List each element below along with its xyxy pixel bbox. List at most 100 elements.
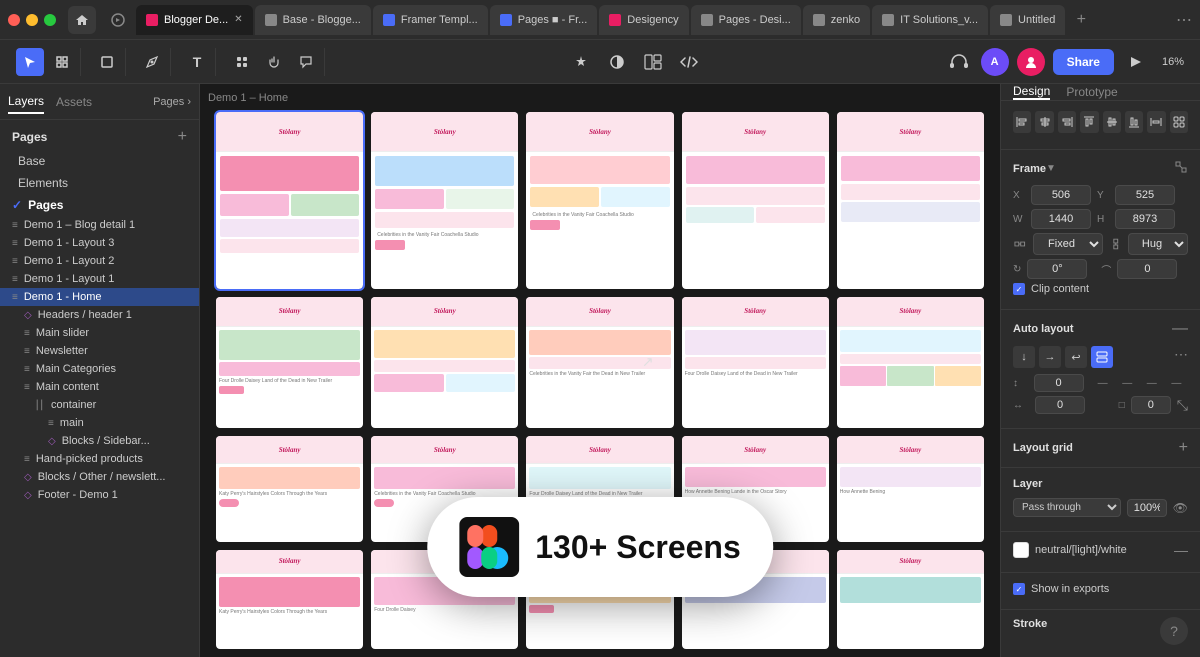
align-right-button[interactable] [1058, 111, 1076, 133]
screenshot-thumb-3[interactable]: Stòlany Celebrities in the Vanity Fair C… [526, 112, 673, 289]
screenshot-thumb-15[interactable]: Stòlany How Annette Bening [837, 436, 984, 542]
padding-input[interactable] [1131, 396, 1171, 414]
visibility-icon[interactable]: 👁 [1173, 501, 1188, 515]
screenshot-thumb-11[interactable]: Stòlany Katy Perry's Hairstyles Colors T… [216, 436, 363, 542]
page-pages[interactable]: ✓ Pages [0, 194, 199, 216]
al-right-icon[interactable]: → [1039, 346, 1061, 368]
layer-newsletter[interactable]: ≡ Newsletter [0, 342, 199, 360]
layer-main-slider[interactable]: ≡ Main slider [0, 324, 199, 342]
tab-untitled[interactable]: Untitled [990, 5, 1065, 35]
expand-padding-icon[interactable]: ⤡ [1177, 397, 1188, 414]
layer-hand-picked[interactable]: ≡ Hand-picked products [0, 450, 199, 468]
minimize-btn[interactable] [26, 14, 38, 26]
layer-layout3[interactable]: ≡ Demo 1 - Layout 3 [0, 234, 199, 252]
comment-tool[interactable] [292, 48, 320, 76]
screenshot-thumb-7[interactable]: Stòlany [371, 297, 518, 429]
layer-blog-detail[interactable]: ≡ Demo 1 – Blog detail 1 [0, 216, 199, 234]
new-tab-button[interactable]: + [1067, 6, 1095, 34]
headphones-icon[interactable] [945, 48, 973, 76]
more-options-icon[interactable]: ⋯ [1176, 10, 1192, 30]
screenshot-thumb-2[interactable]: Stòlany Celebrities in the Vanity Fair C… [371, 112, 518, 289]
tab-pages-desi[interactable]: Pages - Desi... [691, 5, 801, 35]
opacity-input[interactable] [1127, 499, 1167, 517]
remove-fill-button[interactable]: — [1174, 542, 1188, 558]
h-input[interactable] [1115, 209, 1175, 229]
zoom-level[interactable]: 16% [1158, 48, 1188, 76]
rectangle-tool[interactable] [93, 48, 121, 76]
user-avatar[interactable]: A [981, 48, 1009, 76]
layer-footer[interactable]: ◇ Footer - Demo 1 [0, 486, 199, 504]
text-tool[interactable]: T [183, 48, 211, 76]
tab-base[interactable]: Base - Blogge... [255, 5, 371, 35]
tab-blogger[interactable]: Blogger De... ✕ [136, 5, 253, 35]
page-elements[interactable]: Elements [0, 172, 199, 194]
tab-desigency[interactable]: Desigency [599, 5, 688, 35]
layer-headers[interactable]: ◇ Headers / header 1 [0, 306, 199, 324]
frame-resize-icon[interactable] [1174, 160, 1188, 177]
layer-main[interactable]: ≡ main [0, 414, 199, 432]
layers-tab[interactable]: Layers [8, 90, 44, 114]
screenshot-thumb-5[interactable]: Stòlany [837, 112, 984, 289]
select-tool[interactable] [16, 48, 44, 76]
maximize-btn[interactable] [44, 14, 56, 26]
frame-expand-icon[interactable]: ▼ [1046, 163, 1056, 174]
code-icon[interactable] [675, 48, 703, 76]
component-tool[interactable] [228, 48, 256, 76]
gap-h-input[interactable] [1035, 396, 1085, 414]
layer-mode-select[interactable]: Pass through Normal Multiply Screen Over… [1013, 498, 1121, 517]
tab-zenko[interactable]: zenko [803, 5, 870, 35]
help-button[interactable]: ? [1160, 617, 1188, 645]
rotation-input[interactable] [1027, 259, 1087, 279]
layout-icon[interactable] [639, 48, 667, 76]
screenshot-thumb-10[interactable]: Stòlany [837, 297, 984, 429]
corner-input[interactable] [1117, 259, 1177, 279]
distribute-icon[interactable] [1147, 111, 1165, 133]
w-input[interactable] [1031, 209, 1091, 229]
align-left-button[interactable] [1013, 111, 1031, 133]
constraint-h-select[interactable]: Hug Fixed Fill [1128, 233, 1188, 255]
add-grid-button[interactable]: + [1179, 439, 1188, 457]
user-avatar-2[interactable] [1017, 48, 1045, 76]
frame-tool[interactable] [48, 48, 76, 76]
clip-content-checkbox[interactable]: ✓ [1013, 283, 1025, 295]
tidy-icon[interactable] [1170, 111, 1188, 133]
pages-label[interactable]: Pages › [153, 96, 191, 108]
design-tab[interactable]: Design [1013, 84, 1050, 100]
al-down-icon[interactable]: ↓ [1013, 346, 1035, 368]
screenshot-thumb-6[interactable]: Stòlany Four Drolle Daisey Land of the D… [216, 297, 363, 429]
tab-it[interactable]: IT Solutions_v... [872, 5, 988, 35]
fill-icon[interactable] [567, 48, 595, 76]
pen-tool[interactable] [138, 48, 166, 76]
al-wrap-icon[interactable]: ↩ [1065, 346, 1087, 368]
layer-layout2[interactable]: ≡ Demo 1 - Layout 2 [0, 252, 199, 270]
layer-layout1[interactable]: ≡ Demo 1 - Layout 1 [0, 270, 199, 288]
screenshot-thumb-9[interactable]: Stòlany Four Drolle Daisey Land of the D… [682, 297, 829, 429]
auto-layout-minus-icon[interactable]: — [1172, 320, 1188, 338]
layer-container[interactable]: ⎜⎜ container [0, 396, 199, 414]
constraint-w-select[interactable]: Fixed Hug Fill [1033, 233, 1103, 255]
hand-tool[interactable] [260, 48, 288, 76]
tab-pages-fr[interactable]: Pages ■ - Fr... [490, 5, 598, 35]
tab-close-icon[interactable]: ✕ [234, 14, 242, 25]
add-page-button[interactable]: + [178, 128, 187, 146]
gap-v-input[interactable] [1034, 374, 1084, 392]
layer-main-content[interactable]: ≡ Main content [0, 378, 199, 396]
align-bottom-button[interactable] [1125, 111, 1143, 133]
screenshot-thumb-8[interactable]: Stòlany Celebrities in the Vanity Fair t… [526, 297, 673, 429]
screenshot-thumb-4[interactable]: Stòlany [682, 112, 829, 289]
back-forward-icon[interactable] [104, 6, 132, 34]
layer-blocks-sidebar[interactable]: ◇ Blocks / Sidebar... [0, 432, 199, 450]
page-base[interactable]: Base [0, 150, 199, 172]
tab-framer[interactable]: Framer Templ... [373, 5, 488, 35]
assets-tab[interactable]: Assets [56, 91, 92, 113]
prototype-tab[interactable]: Prototype [1066, 85, 1117, 99]
align-center-h-button[interactable] [1035, 111, 1053, 133]
align-middle-button[interactable] [1103, 111, 1121, 133]
screenshot-thumb-20[interactable]: Stòlany [837, 550, 984, 650]
layer-main-categories[interactable]: ≡ Main Categories [0, 360, 199, 378]
home-icon[interactable] [68, 6, 96, 34]
share-button[interactable]: Share [1053, 49, 1114, 75]
screenshot-thumb-selected[interactable]: Stòlany [216, 112, 363, 289]
close-btn[interactable] [8, 14, 20, 26]
al-more-icon[interactable]: ⋯ [1174, 346, 1188, 368]
